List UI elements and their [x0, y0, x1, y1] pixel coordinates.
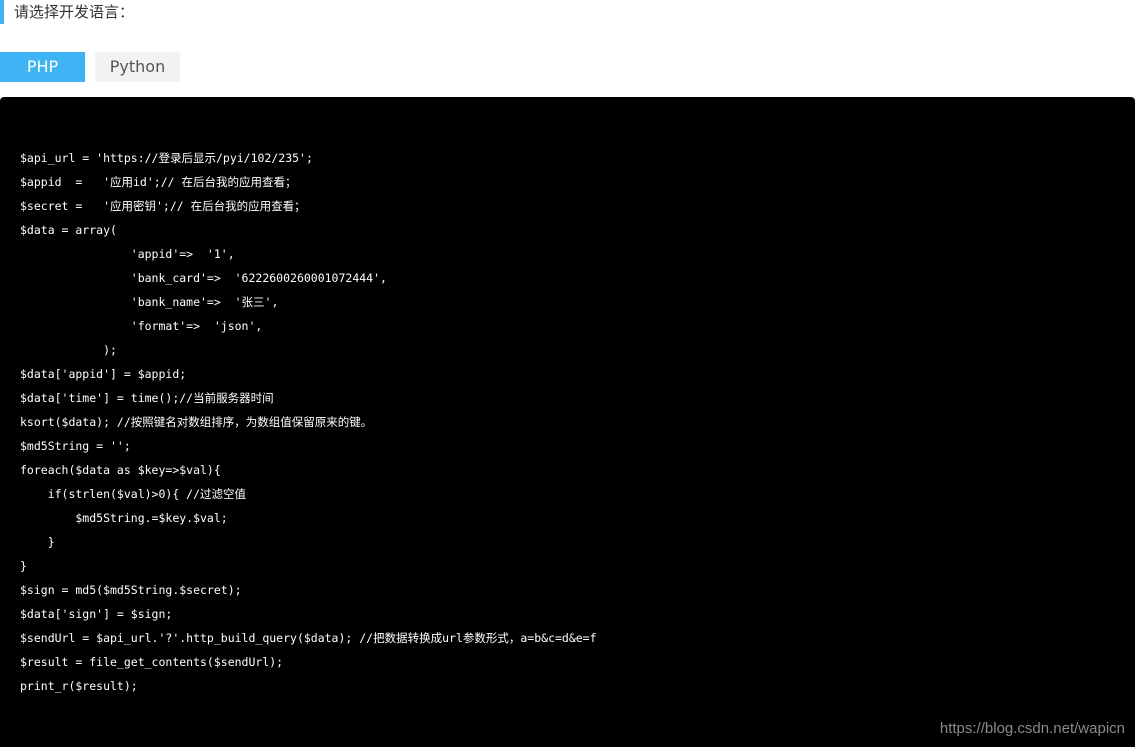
tab-php[interactable]: PHP	[0, 52, 85, 82]
code-line: $md5String = '';	[20, 439, 131, 453]
language-tabs: PHP Python	[0, 52, 180, 82]
code-line: foreach($data as $key=>$val){	[20, 463, 221, 477]
code-line: $data['appid'] = $appid;	[20, 367, 187, 381]
code-line: $md5String.=$key.$val;	[20, 511, 228, 525]
section-heading: 请选择开发语言：	[0, 0, 134, 24]
code-line: 'bank_name'=> '张三',	[20, 295, 279, 309]
code-line: $data['time'] = time();//当前服务器时间	[20, 391, 274, 405]
code-line: $secret = '应用密钥';// 在后台我的应用查看；	[20, 199, 306, 213]
code-line: ksort($data); //按照键名对数组排序，为数组值保留原来的键。	[20, 415, 373, 429]
code-line: 'format'=> 'json',	[20, 319, 263, 333]
code-line: );	[20, 343, 117, 357]
code-block: $api_url = 'https://登录后显示/pyi/102/235'; …	[0, 97, 1135, 747]
code-lines: $api_url = 'https://登录后显示/pyi/102/235'; …	[20, 146, 597, 698]
tab-python[interactable]: Python	[95, 52, 180, 82]
code-line: print_r($result);	[20, 679, 138, 693]
code-line: 'appid'=> '1',	[20, 247, 235, 261]
code-line: if(strlen($val)>0){ //过滤空值	[20, 487, 247, 501]
code-line: $appid = '应用id';// 在后台我的应用查看；	[20, 175, 297, 189]
code-line: $data = array(	[20, 223, 117, 237]
code-line: $sendUrl = $api_url.'?'.http_build_query…	[20, 631, 597, 645]
page: 请选择开发语言： PHP Python $api_url = 'https://…	[0, 0, 1135, 747]
code-line: $data['sign'] = $sign;	[20, 607, 173, 621]
code-line: $api_url = 'https://登录后显示/pyi/102/235';	[20, 151, 313, 165]
code-line: }	[20, 559, 27, 573]
code-line: }	[20, 535, 55, 549]
code-line: $sign = md5($md5String.$secret);	[20, 583, 242, 597]
watermark: https://blog.csdn.net/wapicn	[939, 720, 1125, 737]
code-line: 'bank_card'=> '6222600260001072444',	[20, 271, 387, 285]
code-line: $result = file_get_contents($sendUrl);	[20, 655, 284, 669]
